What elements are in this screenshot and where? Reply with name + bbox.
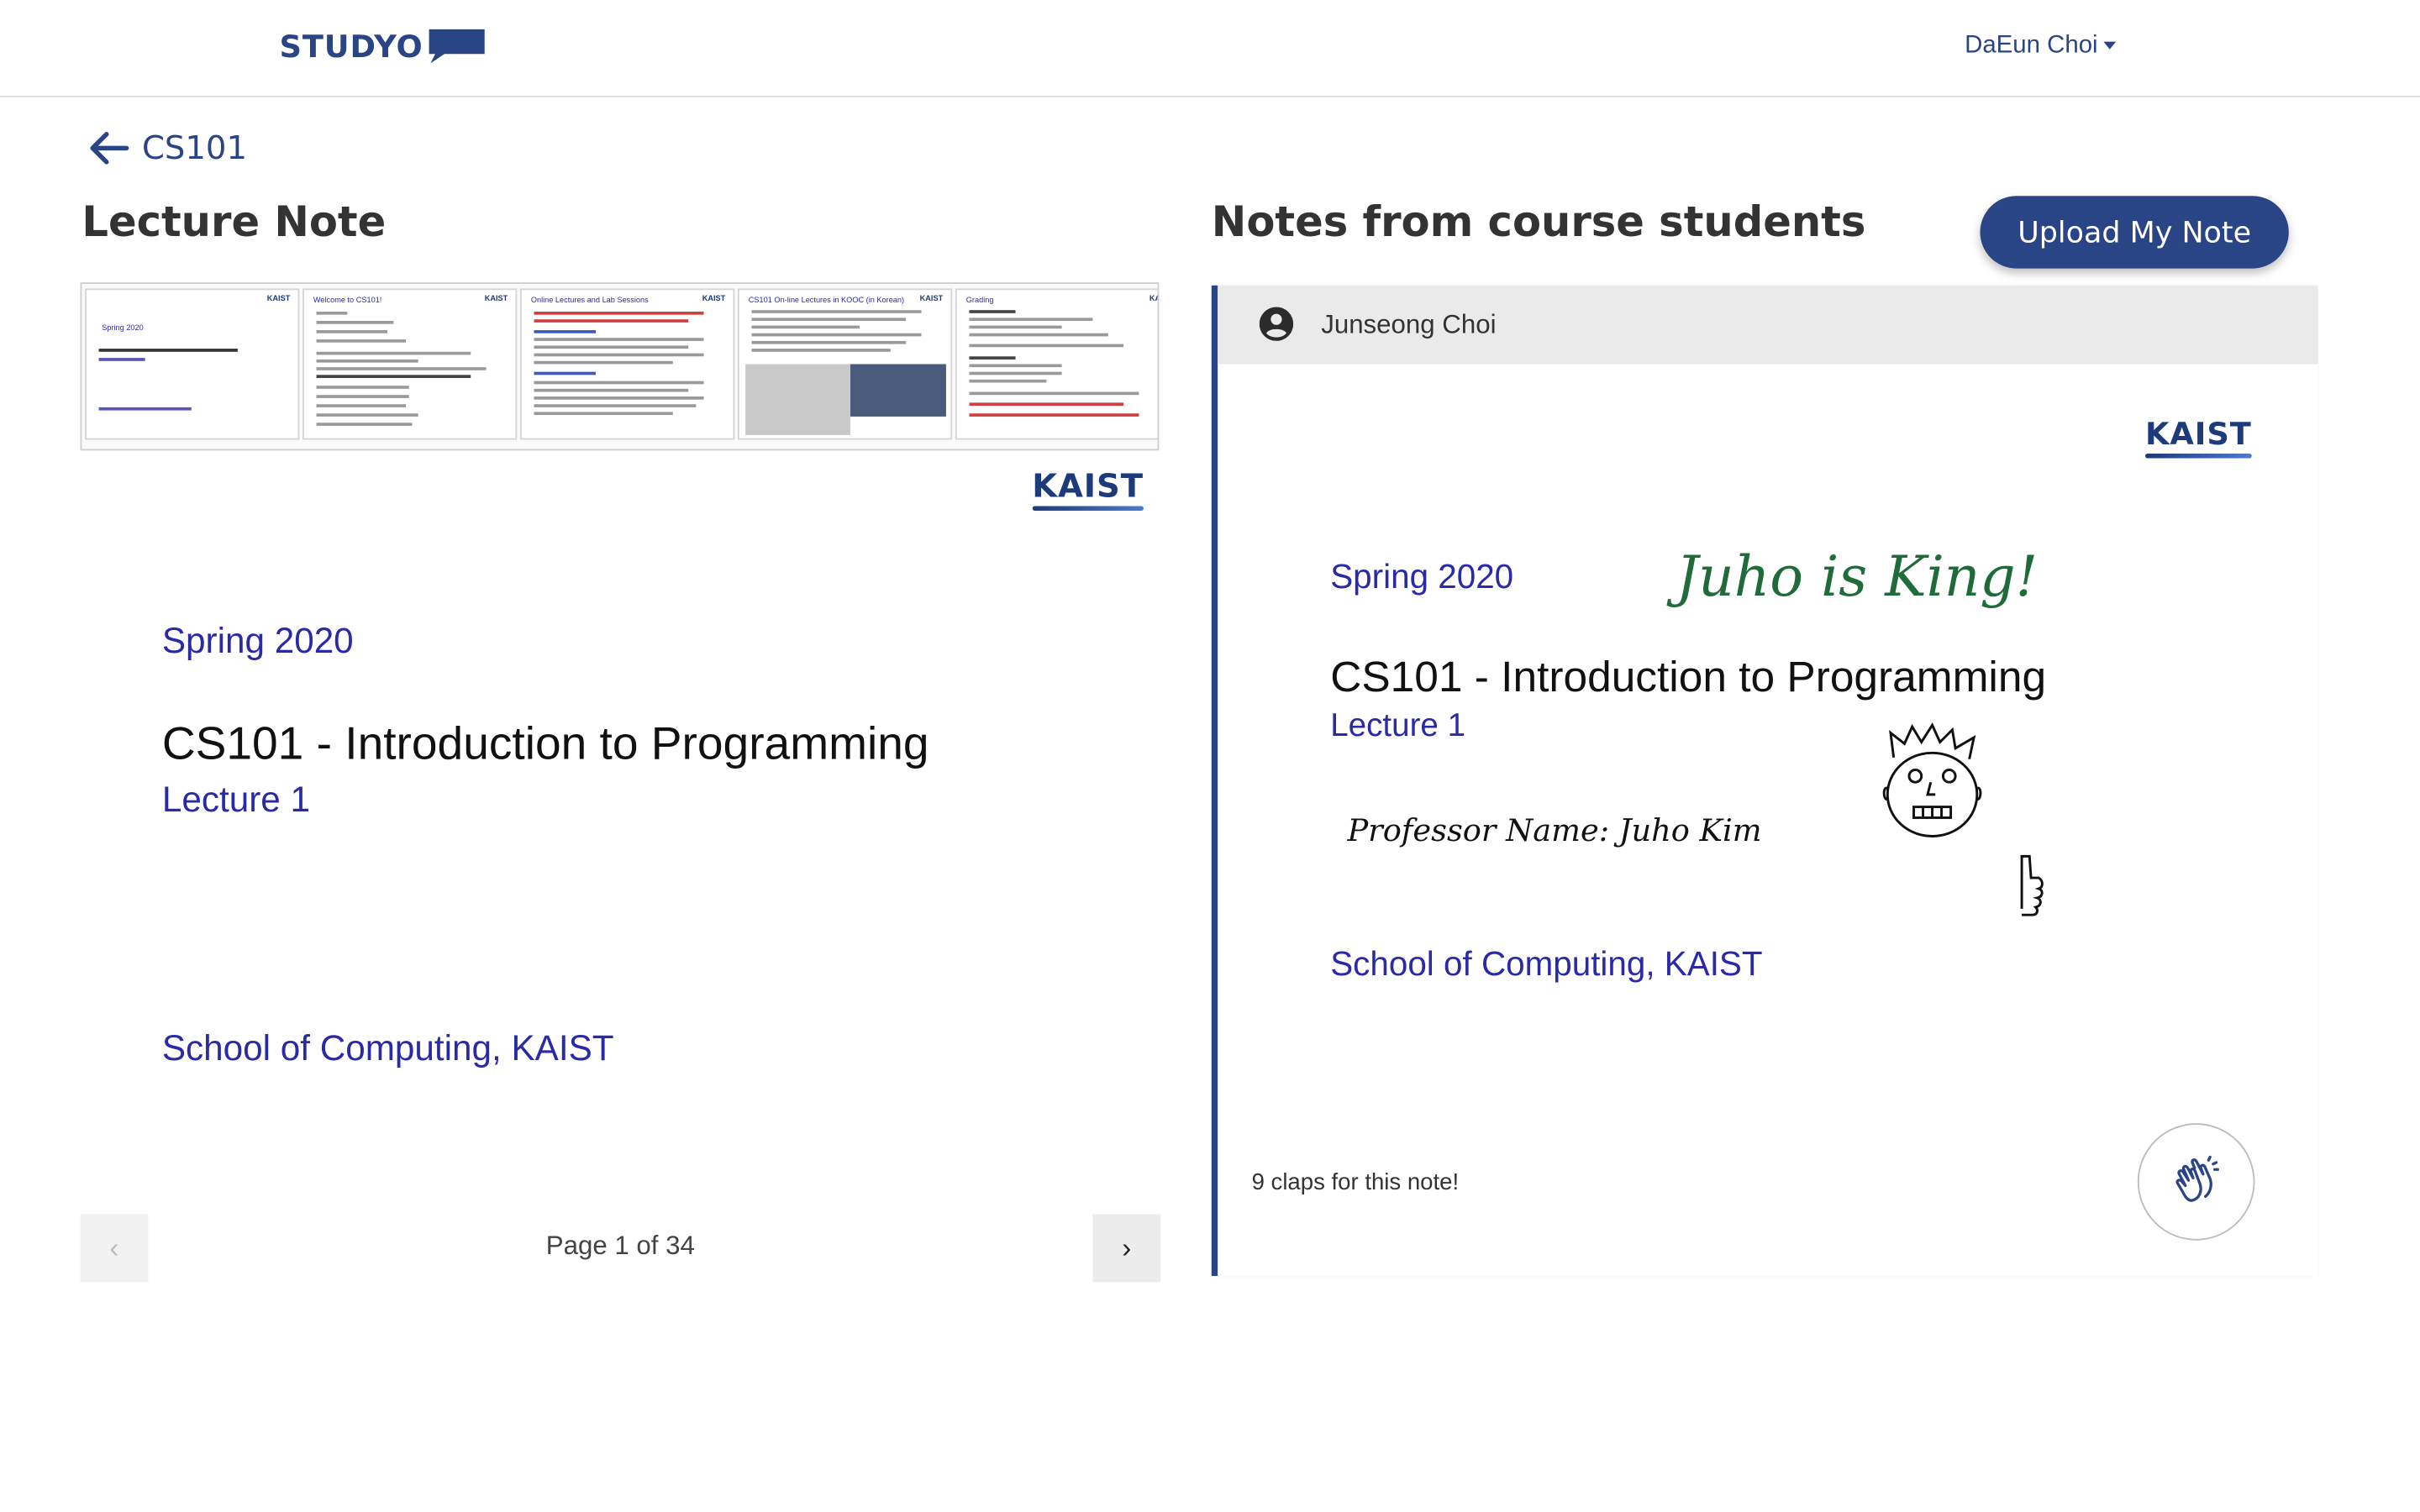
- thumbnail-title: Welcome to CS101!: [313, 296, 382, 306]
- slide-thumbnail[interactable]: KA Grading: [955, 288, 1158, 440]
- kaist-logo: KAIST: [1032, 468, 1144, 511]
- page: STUDYO DaEun Choi CS101 Lecture Note KAI…: [0, 0, 2420, 1512]
- slide-thumbnail[interactable]: KAIST Online Lectures and Lab Sessions: [519, 288, 735, 440]
- thumbnail-title: Online Lectures and Lab Sessions: [530, 296, 649, 306]
- slide-school: School of Computing, KAIST: [161, 1027, 614, 1068]
- slide-thumbnail[interactable]: KAIST Welcome to CS101!: [302, 288, 518, 440]
- logo-text: STUDYO: [279, 28, 424, 66]
- page-indicator: Page 1 of 34: [545, 1231, 695, 1261]
- slide-thumbnail[interactable]: KAIST CS101 On-line Lectures in KOOC (in…: [737, 288, 953, 440]
- chevron-left-icon: ‹: [109, 1231, 119, 1263]
- slide-thumbnails: KAIST Spring 2020 KAIST Welcome to CS101…: [80, 282, 1160, 451]
- slide-lecture-number: Lecture 1: [161, 779, 311, 820]
- previous-page-button[interactable]: ‹: [80, 1214, 149, 1283]
- speech-bubble-icon: [429, 29, 486, 64]
- upload-note-button[interactable]: Upload My Note: [1980, 196, 2289, 269]
- lecture-note-heading: Lecture Note: [82, 198, 387, 247]
- arrow-left-icon: [90, 132, 129, 165]
- thumbnail-title: Grading: [965, 296, 994, 306]
- back-link[interactable]: CS101: [87, 129, 247, 166]
- thumbnail-kaist-logo: KAIST: [702, 294, 726, 304]
- caret-down-icon: [2103, 40, 2117, 49]
- slide-thumbnail[interactable]: KAIST Spring 2020: [85, 288, 300, 440]
- logo[interactable]: STUDYO: [279, 28, 487, 65]
- thumbs-up-doodle: [2020, 854, 2044, 916]
- thumbnail-kaist-logo: KAIST: [919, 294, 944, 304]
- student-notes-heading: Notes from course students: [1211, 198, 1866, 247]
- handwritten-title: Juho is King!: [1666, 544, 2039, 609]
- slide-term: Spring 2020: [161, 620, 354, 661]
- user-name: DaEun Choi: [1965, 32, 2098, 59]
- student-note-card: Junseong Choi KAIST Spring 2020 CS101 - …: [1211, 285, 2318, 1276]
- claps-count: 9 claps for this note!: [1251, 1169, 1460, 1196]
- next-page-button[interactable]: ›: [1092, 1214, 1161, 1283]
- thumbnail-title: Spring 2020: [102, 323, 144, 333]
- chevron-right-icon: ›: [1122, 1231, 1132, 1263]
- clap-button[interactable]: [2137, 1123, 2255, 1241]
- lecture-slide: KAIST Spring 2020 CS101 - Introduction t…: [80, 452, 1160, 1178]
- handwritten-annotations: Juho is King! Professor Name: Juho Kim: [1346, 544, 2044, 916]
- back-label: CS101: [141, 129, 248, 167]
- handwritten-professor: Professor Name: Juho Kim: [1346, 812, 1761, 848]
- thumbnail-kaist-logo: KAIST: [484, 294, 508, 304]
- thumbnail-title: CS101 On-line Lectures in KOOC (in Korea…: [748, 296, 905, 306]
- thumbnail-kaist-logo: KAIST: [266, 294, 291, 304]
- clapping-hands-icon: [2175, 1155, 2219, 1202]
- crown-face-doodle: [1882, 722, 1982, 837]
- slide-course-title: CS101 - Introduction to Programming: [161, 718, 929, 770]
- top-navbar: STUDYO DaEun Choi: [0, 0, 2420, 97]
- thumbnail-kaist-logo: KA: [1149, 294, 1158, 304]
- user-menu-dropdown[interactable]: DaEun Choi: [1965, 33, 2117, 60]
